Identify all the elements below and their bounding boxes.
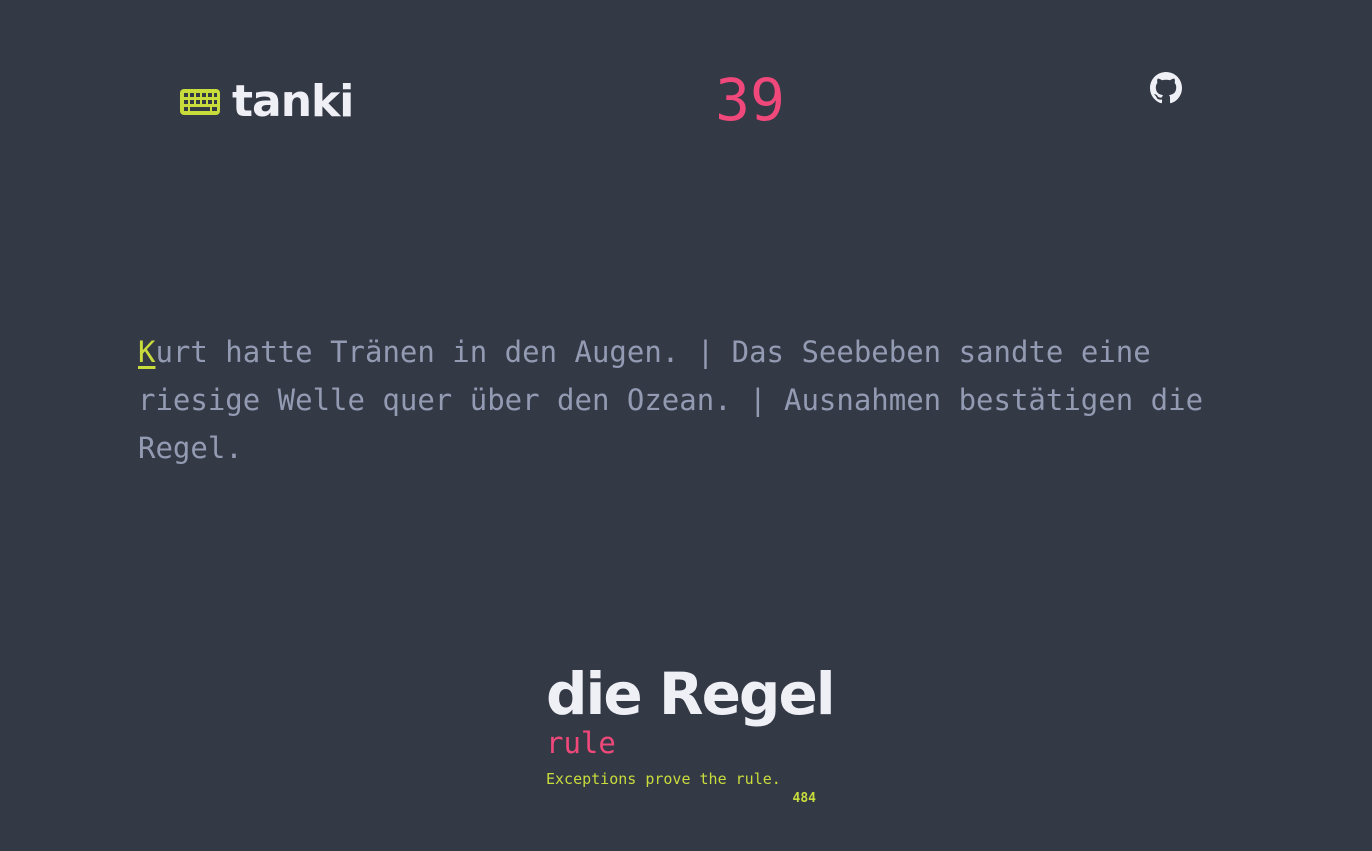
remaining-text: urt hatte Tränen in den Augen. | Das See… [138, 335, 1221, 465]
header: tanki 39 [0, 0, 1372, 150]
keyboard-icon [180, 89, 220, 115]
vocab-example: Exceptions prove the rule. [546, 770, 781, 788]
brand[interactable]: tanki [180, 74, 354, 130]
vocab-card: die Regel rule Exceptions prove the rule… [546, 656, 836, 808]
counter: 39 [715, 66, 785, 134]
vocab-term: die Regel [546, 660, 836, 728]
github-icon[interactable] [1150, 72, 1182, 104]
brand-name: tanki [232, 76, 354, 127]
current-char: K [138, 335, 156, 369]
typing-area[interactable]: Kurt hatte Tränen in den Augen. | Das Se… [138, 328, 1238, 472]
vocab-rank: 484 [792, 791, 816, 806]
